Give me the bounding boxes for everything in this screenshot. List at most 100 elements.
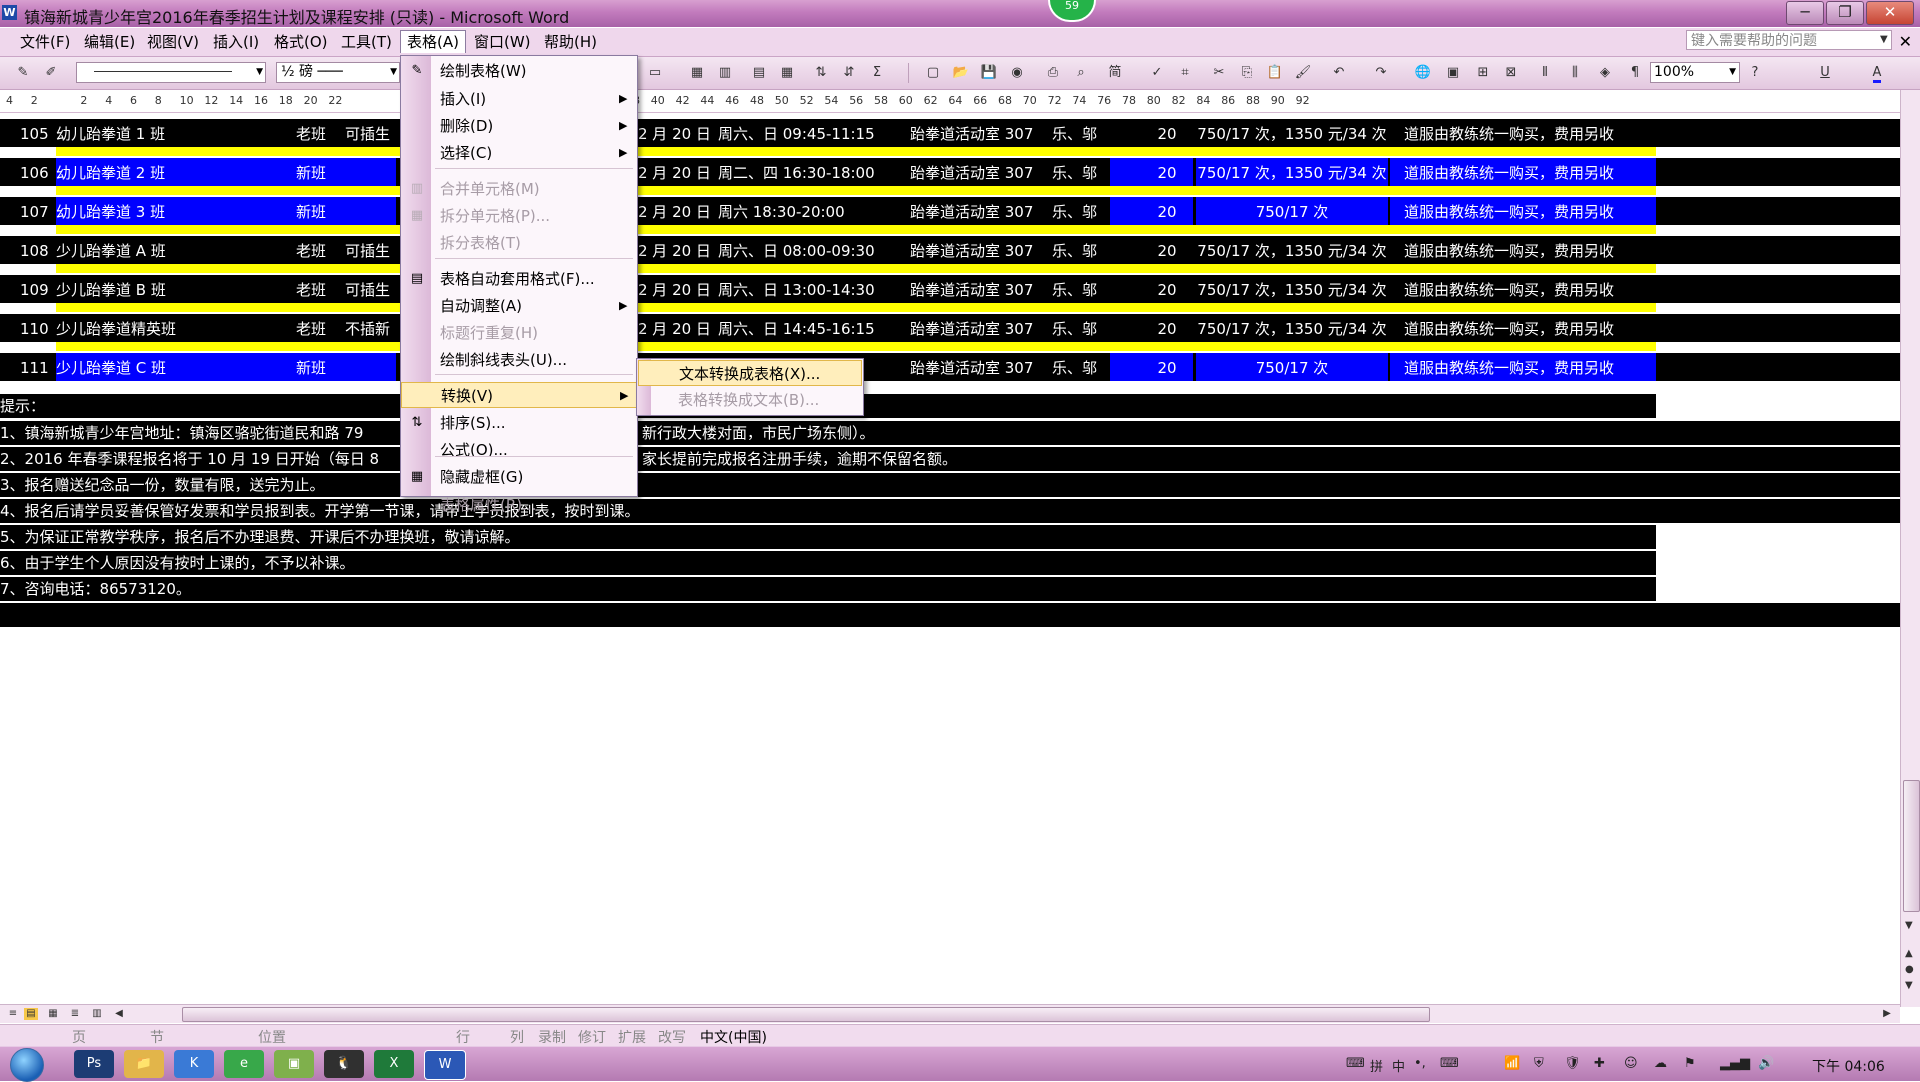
insert-table-icon[interactable]: ⊞ (1474, 64, 1492, 82)
keyboard-icon[interactable]: ⌨ (1346, 1056, 1365, 1071)
volume-icon[interactable]: 🔊 (1758, 1056, 1774, 1071)
menu-file[interactable]: 文件(F) (14, 31, 76, 53)
align-icon[interactable]: ▤ (750, 64, 768, 82)
columns-icon[interactable]: ⫴ (1536, 64, 1554, 82)
table-row[interactable]: 111 少儿跆拳道 C 班新班 跆拳道活动室 307 乐、邬 20 750/17 次道服由… (0, 353, 1900, 381)
cell-teacher[interactable]: 乐、邬 (1052, 158, 1110, 186)
flag-icon[interactable]: ⚑ (1684, 1056, 1696, 1071)
cell-teacher[interactable]: 乐、邬 (1052, 275, 1110, 303)
chevron-down-icon[interactable]: ▼ (1880, 34, 1888, 45)
insert-excel-icon[interactable]: ⊠ (1502, 64, 1520, 82)
security-icon[interactable]: ⛨ (1534, 1056, 1544, 1071)
menu-format[interactable]: 格式(O) (268, 31, 334, 53)
table-menu-item[interactable]: ⇅ 排序(S)... (401, 410, 637, 436)
cell-type[interactable]: 新班 (296, 353, 344, 381)
document-map-icon[interactable]: ◈ (1596, 64, 1614, 82)
cell-name[interactable]: 少儿跆拳道 A 班 (56, 236, 280, 264)
menu-table[interactable]: 表格(A) (400, 30, 466, 53)
table-menu-item[interactable]: 删除(D) ▶ (401, 113, 637, 139)
signal-icon[interactable]: ▂▄▆ (1720, 1056, 1750, 1071)
ime-icon[interactable]: 拼 (1370, 1056, 1383, 1075)
print-icon[interactable]: ⎙ (1044, 64, 1062, 82)
status-record[interactable]: 录制 (538, 1027, 566, 1047)
cell-time[interactable]: 周六、日 09:45-11:15 (718, 119, 908, 147)
cell-note[interactable] (345, 197, 400, 225)
convert-submenu-item[interactable]: 文本转换成表格(X)... (638, 360, 862, 386)
normal-view-icon[interactable]: ≡ (6, 1008, 20, 1020)
spelling-icon[interactable]: ✓ (1148, 64, 1166, 82)
kugou-taskbar-icon[interactable]: K (174, 1050, 214, 1078)
format-painter-icon[interactable]: 🖌 (1294, 64, 1312, 82)
close-document-icon[interactable]: ✕ (1899, 32, 1912, 51)
cell-remark[interactable]: 道服由教练统一购买，费用另收 (1404, 353, 1656, 381)
clock[interactable]: 下午 04:06 (1812, 1056, 1885, 1076)
cell-remark[interactable]: 道服由教练统一购买，费用另收 (1404, 314, 1656, 342)
vertical-scroll-thumb[interactable] (1903, 780, 1920, 912)
note-row[interactable]: 7、咨询电话：86573120。 (0, 577, 1656, 601)
note-row[interactable]: 2、2016 年春季课程报名将于 10 月 19 日开始（每日 8 家长提前完成报… (0, 447, 1900, 471)
font-color-icon[interactable]: A (1868, 64, 1886, 83)
table-row[interactable]: 107 幼儿跆拳道 3 班新班 2 月 20 日周六 18:30-20:00 跆拳道活… (0, 197, 1900, 225)
previous-page-icon[interactable]: ▲ (1905, 948, 1913, 959)
cell-time[interactable]: 周二、四 16:30-18:00 (718, 158, 908, 186)
table-menu-item[interactable]: 插入(I) ▶ (401, 86, 637, 112)
menu-insert[interactable]: 插入(I) (207, 31, 265, 53)
cell-remark[interactable]: 道服由教练统一购买，费用另收 (1404, 197, 1656, 225)
cell-fee[interactable]: 750/17 次，1350 元/34 次 (1196, 275, 1388, 303)
note-row[interactable]: 4、报名后请学员妥善保管好发票和学员报到表。开学第一节课，请带上学员报到表，按时… (0, 499, 1900, 523)
cell-teacher[interactable]: 乐、邬 (1052, 314, 1110, 342)
next-page-icon[interactable]: ▼ (1905, 980, 1913, 991)
cell-name[interactable]: 少儿跆拳道 B 班 (56, 275, 280, 303)
cell-room[interactable]: 跆拳道活动室 307 (910, 275, 1050, 303)
cell-remark[interactable]: 道服由教练统一购买，费用另收 (1404, 119, 1656, 147)
cell-type[interactable]: 新班 (296, 197, 344, 225)
new-document-icon[interactable]: ▢ (924, 64, 942, 82)
web-layout-icon[interactable]: ▤ (24, 1008, 38, 1020)
cell-time[interactable]: 周六、日 08:00-09:30 (718, 236, 908, 264)
sort-ascending-icon[interactable]: ⇅ (812, 64, 830, 82)
cell-name[interactable]: 少儿跆拳道精英班 (56, 314, 280, 342)
photoshop-taskbar-icon[interactable]: Ps (74, 1050, 114, 1078)
cell-no[interactable]: 107 (20, 197, 56, 225)
horizontal-scroll-thumb[interactable] (182, 1007, 1430, 1022)
cell-date[interactable]: 2 月 20 日 (638, 314, 718, 342)
status-overtype[interactable]: 改写 (658, 1027, 686, 1047)
cell-remark[interactable]: 道服由教练统一购买，费用另收 (1404, 158, 1656, 186)
hyperlink-icon[interactable]: 🌐 (1414, 64, 1432, 82)
cell-type[interactable]: 老班 (296, 236, 344, 264)
document-area[interactable]: 105 幼儿跆拳道 1 班老班 可插生 2 月 20 日周六、日 09:45-11:1… (0, 113, 1900, 1007)
cell-note[interactable]: 不插新 (345, 314, 400, 342)
cell-type[interactable]: 老班 (296, 275, 344, 303)
menu-edit[interactable]: 编辑(E) (78, 31, 141, 53)
note-row[interactable]: 1、镇海新城青少年宫地址：镇海区骆驼街道民和路 79 新行政大楼对面，市民广场东侧… (0, 421, 1900, 445)
cell-room[interactable]: 跆拳道活动室 307 (910, 197, 1050, 225)
table-menu-item[interactable]: ✎ 绘制表格(W) (401, 58, 637, 84)
cell-room[interactable]: 跆拳道活动室 307 (910, 314, 1050, 342)
outline-view-icon[interactable]: ≣ (68, 1008, 82, 1020)
table-menu-item[interactable]: 绘制斜线表头(U)... (401, 347, 637, 373)
cell-no[interactable]: 106 (20, 158, 56, 186)
menu-help[interactable]: 帮助(H) (538, 31, 603, 53)
cell-no[interactable]: 110 (20, 314, 56, 342)
explorer-taskbar-icon[interactable]: 📁 (124, 1050, 164, 1078)
cell-teacher[interactable]: 乐、邬 (1052, 236, 1110, 264)
merge-cells-icon[interactable]: ▥ (716, 64, 734, 82)
menu-tools[interactable]: 工具(T) (335, 31, 398, 53)
cell-fee[interactable]: 750/17 次 (1196, 197, 1388, 225)
cell-fee[interactable]: 750/17 次，1350 元/34 次 (1196, 236, 1388, 264)
print-layout-icon[interactable]: ▦ (46, 1008, 60, 1020)
table-row[interactable]: 105 幼儿跆拳道 1 班老班 可插生 2 月 20 日周六、日 09:45-11:1… (0, 119, 1900, 147)
menu-view[interactable]: 视图(V) (141, 31, 205, 53)
border-icon[interactable]: ▭ (646, 64, 664, 82)
table-row[interactable]: 106 幼儿跆拳道 2 班新班 2 月 20 日周二、四 16:30-18:00 跆拳… (0, 158, 1900, 186)
note-row[interactable]: 3、报名赠送纪念品一份，数量有限，送完为止。 (0, 473, 1900, 497)
cell-time[interactable]: 周六 18:30-20:00 (718, 197, 908, 225)
table-menu-item[interactable]: ▦ 隐藏虚框(G) (401, 464, 637, 490)
cell-count[interactable]: 20 (1142, 119, 1192, 147)
cell-room[interactable]: 跆拳道活动室 307 (910, 158, 1050, 186)
cell-count[interactable]: 20 (1142, 236, 1192, 264)
empty-table-row[interactable] (0, 603, 1900, 627)
cell-time[interactable]: 周六、日 14:45-16:15 (718, 314, 908, 342)
insert-table-icon[interactable]: ▦ (688, 64, 706, 82)
cell-no[interactable]: 105 (20, 119, 56, 147)
